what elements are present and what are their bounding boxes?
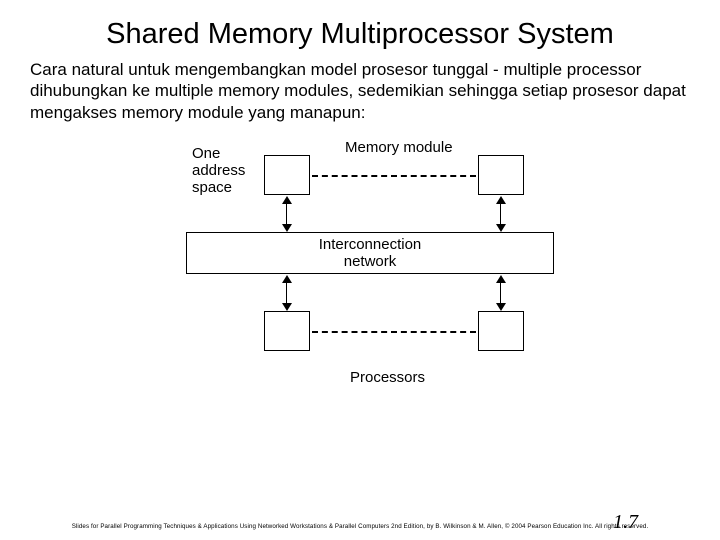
page-number: 1.7 [613, 511, 638, 534]
addr-l1: One [192, 145, 220, 162]
memory-box-left [264, 155, 310, 195]
connector-line [286, 204, 287, 224]
slide-title: Shared Memory Multiprocessor System [0, 0, 720, 59]
addr-l2: address [192, 162, 245, 179]
connector-line [500, 204, 501, 224]
connector-line [286, 283, 287, 303]
memory-box-right [478, 155, 524, 195]
slide-footer: Slides for Parallel Programming Techniqu… [0, 523, 720, 530]
arrow-icon [496, 224, 506, 232]
arrow-icon [282, 196, 292, 204]
processor-ellipsis-line [312, 331, 476, 333]
addr-l3: space [192, 179, 232, 196]
memory-module-label: Memory module [345, 139, 453, 156]
processors-label: Processors [350, 369, 425, 386]
memory-ellipsis-line [312, 175, 476, 177]
arrow-icon [496, 275, 506, 283]
arrow-icon [282, 224, 292, 232]
connector-line [500, 283, 501, 303]
architecture-diagram: One address space Memory module Intercon… [0, 123, 720, 423]
interconnect-box: Interconnection network [186, 232, 554, 274]
arrow-icon [282, 275, 292, 283]
processor-box-left [264, 311, 310, 351]
arrow-icon [496, 303, 506, 311]
address-space-label: One address space [192, 145, 245, 197]
arrow-icon [282, 303, 292, 311]
slide-description: Cara natural untuk mengembangkan model p… [0, 59, 720, 123]
arrow-icon [496, 196, 506, 204]
interconnect-l1: Interconnection [319, 236, 422, 253]
processor-box-right [478, 311, 524, 351]
interconnect-l2: network [344, 253, 397, 270]
